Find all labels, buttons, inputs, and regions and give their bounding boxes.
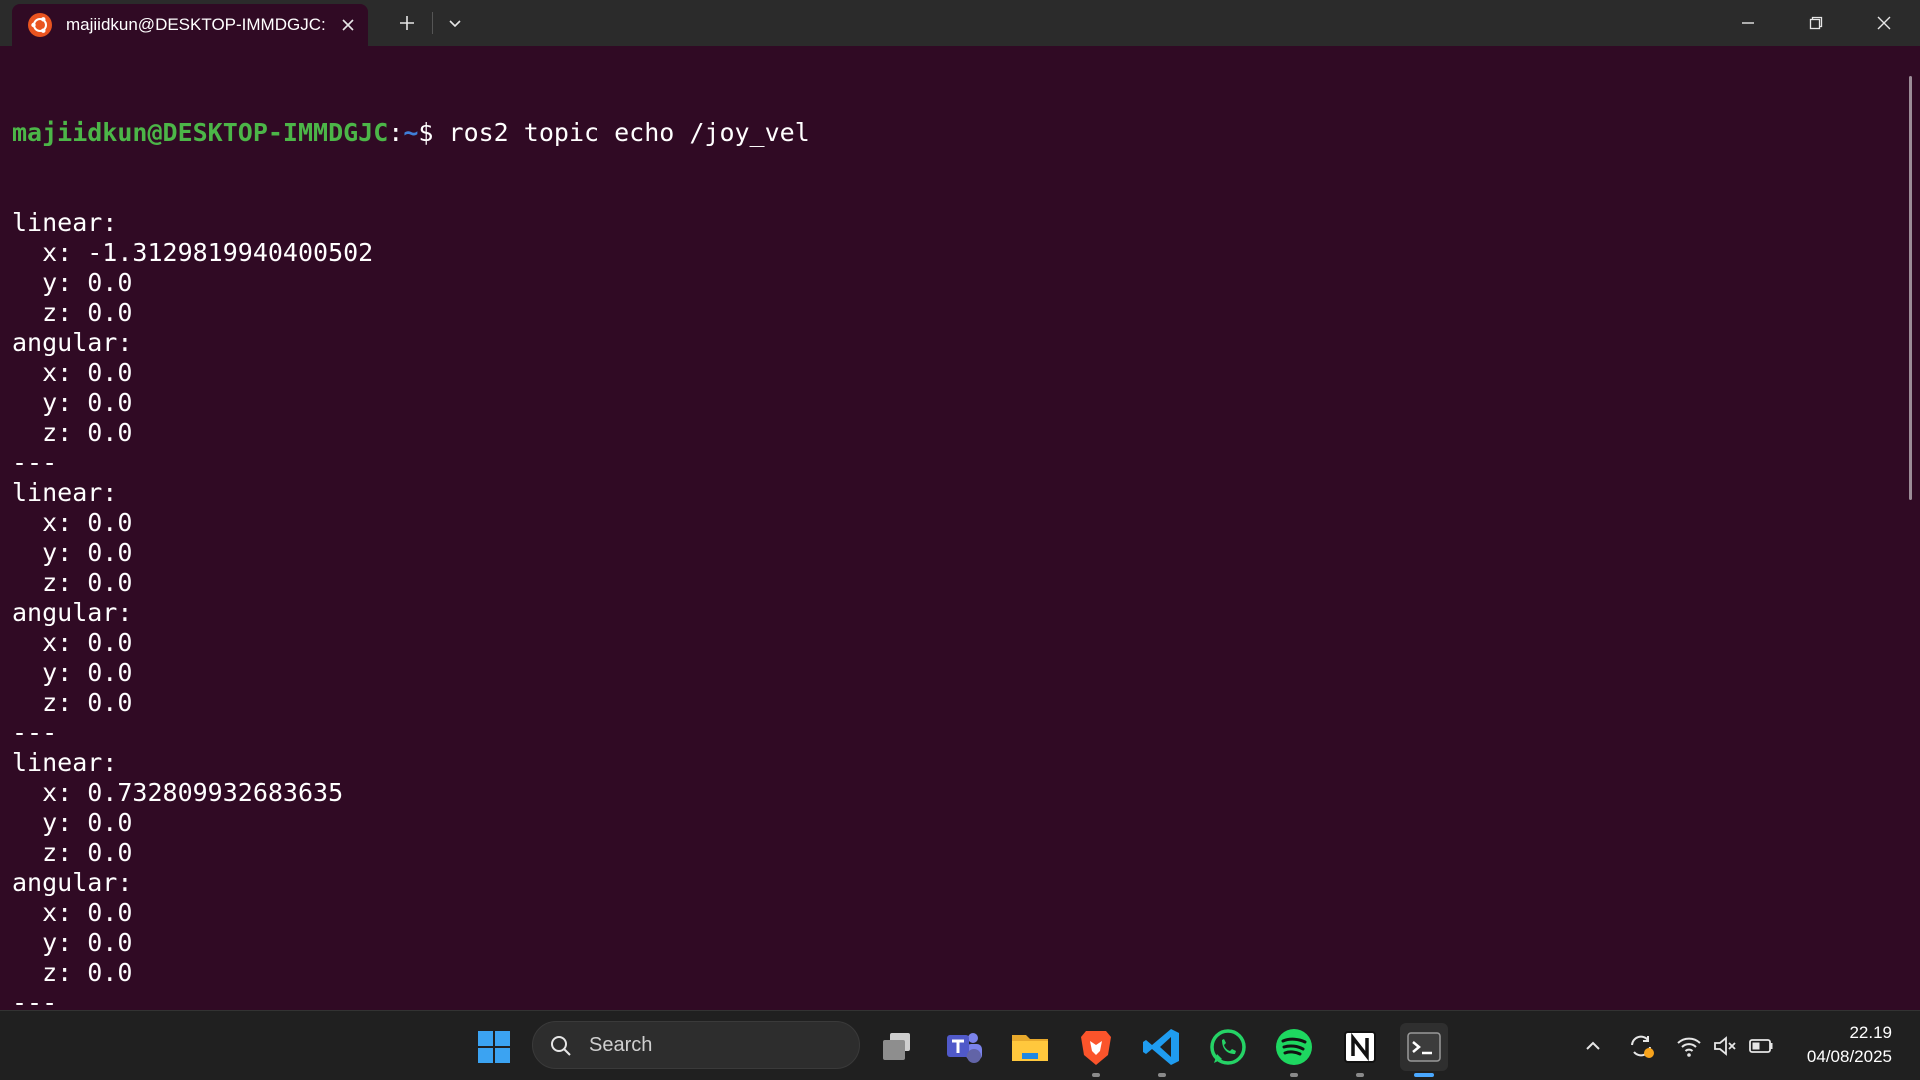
wifi-icon[interactable] [1674, 1031, 1704, 1061]
output-line: x: 0.0 [12, 508, 133, 537]
taskbar: Search 22.19 04/08/2025 [0, 1010, 1920, 1080]
prompt-path: ~ [403, 118, 419, 147]
terminal-area[interactable]: majiidkun@DESKTOP-IMMDGJC:~$ ros2 topic … [0, 46, 1920, 1010]
output-line: x: 0.0 [12, 628, 133, 657]
output-line: x: 0.0 [12, 358, 133, 387]
prompt-line: majiidkun@DESKTOP-IMMDGJC:~$ ros2 topic … [12, 118, 810, 148]
output-line: y: 0.0 [12, 268, 133, 297]
clock-date: 04/08/2025 [1806, 1047, 1892, 1066]
running-indicator [1158, 1073, 1166, 1077]
output-line: y: 0.0 [12, 928, 133, 957]
output-line: --- [12, 718, 58, 747]
scrollbar[interactable] [1909, 76, 1912, 500]
output-line: --- [12, 448, 58, 477]
file-explorer-icon[interactable] [1006, 1023, 1054, 1071]
terminal-icon[interactable] [1400, 1023, 1448, 1077]
windows-start-icon[interactable] [470, 1023, 518, 1071]
terminal-tab[interactable]: majiidkun@DESKTOP-IMMDGJC: ~ [12, 4, 368, 46]
ubuntu-icon [28, 13, 52, 37]
running-indicator [1356, 1073, 1364, 1077]
sync-icon[interactable] [1626, 1031, 1656, 1061]
output-line: z: 0.0 [12, 568, 133, 597]
close-button[interactable] [1850, 0, 1918, 46]
new-tab-button[interactable] [392, 8, 422, 38]
teams-icon[interactable] [940, 1023, 988, 1071]
prompt-command: ros2 topic echo /joy_vel [448, 118, 810, 147]
output-line: x: 0.0 [12, 898, 133, 927]
output-line: y: 0.0 [12, 658, 133, 687]
output-line: z: 0.0 [12, 418, 133, 447]
prompt-separator: : [388, 118, 404, 147]
title-bar: majiidkun@DESKTOP-IMMDGJC: ~ [0, 0, 1920, 46]
task-view-icon[interactable] [874, 1023, 922, 1071]
tab-title: majiidkun@DESKTOP-IMMDGJC: ~ [66, 15, 326, 34]
output-line: z: 0.0 [12, 298, 133, 327]
output-line: y: 0.0 [12, 538, 133, 567]
notion-icon[interactable] [1336, 1023, 1384, 1077]
output-line: y: 0.0 [12, 808, 133, 837]
tab-close-icon[interactable] [336, 13, 360, 37]
output-line: z: 0.0 [12, 958, 133, 987]
output-line: angular: [12, 598, 133, 627]
running-indicator [1290, 1073, 1298, 1077]
whatsapp-icon[interactable] [1204, 1023, 1252, 1071]
restore-icon [1809, 16, 1823, 30]
prompt-user: majiidkun@DESKTOP-IMMDGJC [12, 118, 389, 147]
taskbar-search[interactable]: Search [532, 1021, 860, 1069]
system-clock[interactable]: 22.19 04/08/2025 [1780, 1021, 1892, 1069]
restore-button[interactable] [1782, 0, 1850, 46]
output-line: z: 0.0 [12, 688, 133, 717]
clock-time: 22.19 [1849, 1023, 1892, 1042]
prompt-symbol: $ [418, 118, 449, 147]
active-indicator [1414, 1073, 1434, 1077]
battery-icon[interactable] [1746, 1031, 1776, 1061]
brave-icon[interactable] [1072, 1023, 1120, 1077]
search-icon [551, 1036, 571, 1056]
volume-muted-icon[interactable] [1710, 1031, 1740, 1061]
output-line: y: 0.0 [12, 388, 133, 417]
output-line: linear: [12, 478, 118, 507]
output-line: x: 0.732809932683635 [12, 778, 344, 807]
search-placeholder: Search [589, 1034, 653, 1056]
output-line: --- [12, 988, 58, 1010]
output-line: angular: [12, 868, 133, 897]
output-line: angular: [12, 328, 133, 357]
minimize-button[interactable] [1714, 0, 1782, 46]
output-line: linear: [12, 208, 118, 237]
minimize-icon [1742, 22, 1754, 24]
terminal-output: majiidkun@DESKTOP-IMMDGJC:~$ ros2 topic … [12, 58, 810, 1010]
output-line: linear: [12, 748, 118, 777]
running-indicator [1092, 1073, 1100, 1077]
tab-separator [432, 12, 433, 34]
tab-dropdown-button[interactable] [440, 8, 470, 38]
close-icon [1877, 16, 1891, 30]
output-line: x: -1.3129819940400502 [12, 238, 374, 267]
output-line: z: 0.0 [12, 838, 133, 867]
chevron-up-icon[interactable] [1578, 1031, 1608, 1061]
vscode-icon[interactable] [1138, 1023, 1186, 1077]
spotify-icon[interactable] [1270, 1023, 1318, 1077]
